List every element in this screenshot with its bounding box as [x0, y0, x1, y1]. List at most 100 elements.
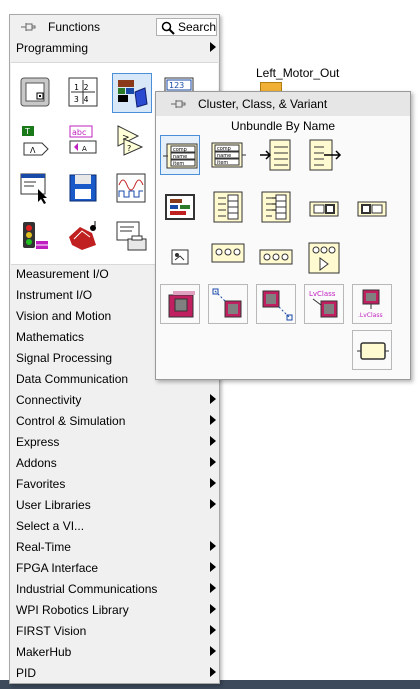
svg-text:T: T: [24, 127, 30, 136]
category-label: Instrument I/O: [16, 288, 93, 302]
svg-text:1 2: 1 2: [74, 83, 89, 92]
search-label: Search: [178, 20, 217, 34]
submenu-arrow-icon: [210, 415, 216, 425]
category-favorites[interactable]: Favorites: [11, 474, 218, 494]
bundle-icon[interactable]: [304, 135, 344, 175]
category-label: Select a VI...: [16, 519, 85, 533]
svg-text:.LvClass: .LvClass: [358, 312, 383, 319]
get-lv-class-path-icon[interactable]: LvClass: [304, 284, 344, 324]
category-wpi-robotics-library[interactable]: WPI Robotics Library: [11, 600, 218, 620]
array-icon[interactable]: 1 23 4: [64, 73, 104, 113]
report-generation-icon[interactable]: [112, 217, 152, 257]
palette-title-bar: Functions Search: [10, 15, 219, 39]
to-variant-icon[interactable]: [256, 238, 296, 278]
category-label: WPI Robotics Library: [16, 603, 129, 617]
svg-text:comp: comp: [173, 147, 187, 153]
waveform-icon[interactable]: [112, 169, 152, 209]
subpalette-title: Cluster, Class, & Variant: [198, 97, 328, 111]
category-real-time[interactable]: Real-Time: [11, 537, 218, 557]
search-icon: [161, 21, 175, 38]
svg-text:name: name: [217, 153, 231, 159]
cluster-class-variant-palette: Cluster, Class, & Variant Unbundle By Na…: [155, 91, 411, 380]
category-label: PID: [16, 666, 37, 680]
variant-to-data-icon[interactable]: [208, 238, 248, 278]
class-constant-icon[interactable]: [160, 284, 200, 324]
svg-text:?: ?: [127, 144, 131, 153]
submenu-arrow-icon: [210, 499, 216, 509]
category-label: Data Communication: [16, 372, 129, 386]
category-fpga-interface[interactable]: FPGA Interface: [11, 558, 218, 578]
category-pid[interactable]: PID: [11, 663, 218, 683]
cluster-object-icon[interactable]: [352, 330, 392, 370]
category-programming[interactable]: Programming: [11, 38, 218, 58]
category-label: Industrial Communications: [16, 582, 158, 596]
category-label: Connectivity: [16, 393, 82, 407]
hovered-item-label: Unbundle By Name: [230, 119, 336, 133]
index-bundle-cluster-array-icon[interactable]: [256, 187, 296, 227]
submenu-arrow-icon: [210, 604, 216, 614]
submenu-arrow-icon: [210, 541, 216, 551]
svg-text:123: 123: [169, 81, 184, 90]
submenu-arrow-icon: [210, 478, 216, 488]
file-io-icon[interactable]: [64, 169, 104, 209]
category-label: Addons: [16, 456, 57, 470]
subpalette-title-bar: Cluster, Class, & Variant: [156, 92, 410, 116]
category-label: Control & Simulation: [16, 414, 126, 428]
category-select-a-vi[interactable]: Select a VI...: [11, 516, 218, 536]
build-cluster-array-icon[interactable]: [208, 187, 248, 227]
category-makerhub[interactable]: MakerHub: [11, 642, 218, 662]
submenu-arrow-icon: [210, 394, 216, 404]
submenu-arrow-icon: [210, 646, 216, 656]
indicator-label: Left_Motor_Out: [256, 66, 340, 80]
get-lv-class-default-value-icon[interactable]: .LvClass: [352, 284, 392, 324]
dialog-ui-icon[interactable]: [16, 169, 56, 209]
pin-icon[interactable]: [170, 98, 186, 110]
svg-text:Λ: Λ: [30, 146, 36, 155]
category-label: User Libraries: [16, 498, 91, 512]
string-icon[interactable]: abc A: [64, 121, 104, 161]
category-addons[interactable]: Addons: [11, 453, 218, 473]
cluster-constant-icon[interactable]: [160, 187, 200, 227]
unbundle-icon[interactable]: [256, 135, 296, 175]
category-industrial-communications[interactable]: Industrial Communications: [11, 579, 218, 599]
boolean-icon[interactable]: TΛ: [16, 121, 56, 161]
pin-icon[interactable]: [20, 21, 36, 33]
svg-text:3 4: 3 4: [74, 95, 89, 104]
to-more-specific-class-icon[interactable]: [256, 284, 296, 324]
category-control-simulation[interactable]: Control & Simulation: [11, 411, 218, 431]
category-label: FIRST Vision: [16, 624, 87, 638]
category-label: Favorites: [16, 477, 66, 491]
category-label: Signal Processing: [16, 351, 113, 365]
category-label: Express: [16, 435, 60, 449]
variant-constant-icon[interactable]: [160, 238, 200, 278]
category-label: Real-Time: [16, 540, 71, 554]
unbundle-by-name-icon[interactable]: comp name item: [160, 135, 200, 175]
submenu-arrow-icon: [210, 562, 216, 572]
category-label: FPGA Interface: [16, 561, 99, 575]
svg-text:item: item: [217, 160, 228, 166]
submenu-arrow-icon: [210, 436, 216, 446]
graphics-sound-icon[interactable]: [64, 217, 104, 257]
category-express[interactable]: Express: [11, 432, 218, 452]
variant-attribute-icon[interactable]: [304, 238, 344, 278]
submenu-arrow-icon: [210, 457, 216, 467]
cluster-class-variant-icon[interactable]: [112, 73, 152, 113]
category-connectivity[interactable]: Connectivity: [11, 390, 218, 410]
comparison-icon[interactable]: >?: [112, 121, 152, 161]
svg-text:A: A: [82, 145, 87, 153]
submenu-arrow-icon: [210, 625, 216, 635]
svg-text:name: name: [173, 154, 187, 160]
search-button[interactable]: Search: [156, 18, 217, 36]
svg-text:abc: abc: [72, 128, 86, 137]
category-user-libraries[interactable]: User Libraries: [11, 495, 218, 515]
cluster-to-array-icon[interactable]: [304, 192, 344, 232]
bundle-by-name-icon[interactable]: comp name item: [208, 135, 248, 175]
array-to-cluster-icon[interactable]: [352, 192, 392, 232]
structures-icon[interactable]: [16, 73, 56, 113]
svg-text:comp: comp: [217, 146, 231, 152]
submenu-arrow-icon: [210, 667, 216, 677]
category-label: Mathematics: [16, 330, 85, 344]
synchronization-icon[interactable]: [16, 217, 56, 257]
category-first-vision[interactable]: FIRST Vision: [11, 621, 218, 641]
to-more-generic-class-icon[interactable]: [208, 284, 248, 324]
